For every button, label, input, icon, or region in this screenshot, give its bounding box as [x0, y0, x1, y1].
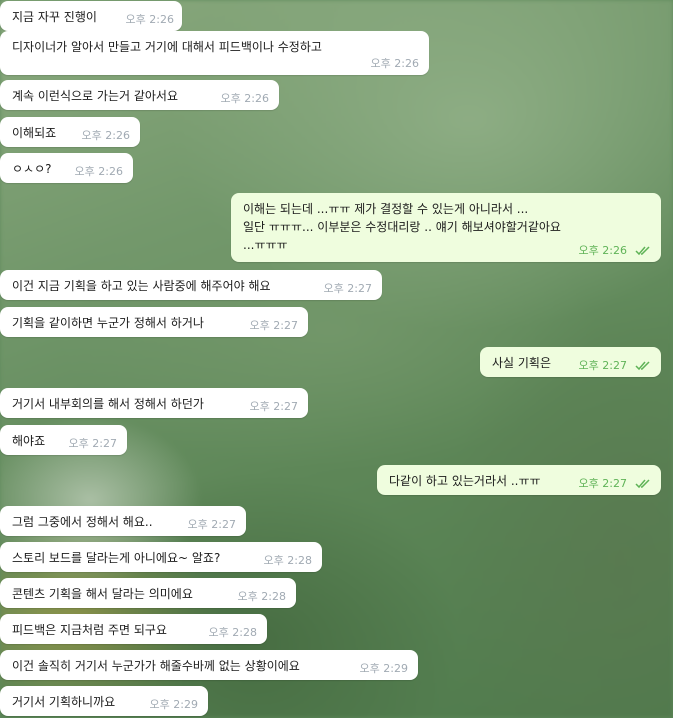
- message-incoming[interactable]: 피드백은 지금처럼 주면 되구요 오후 2:28: [0, 614, 267, 644]
- message-incoming[interactable]: 이건 지금 기획을 하고 있는 사람중에 해주어야 해요 오후 2:27: [0, 270, 382, 300]
- message-incoming[interactable]: 거기서 내부회의를 해서 정해서 하던가 오후 2:27: [0, 388, 308, 418]
- message-time: 오후 2:27: [578, 477, 627, 490]
- message-text: 해야죠: [12, 434, 46, 448]
- message-text: 계속 이런식으로 가는거 같아서요: [12, 89, 179, 103]
- message-time: 오후 2:27: [249, 319, 298, 332]
- message-time: 오후 2:27: [578, 359, 627, 372]
- message-text-line: ...ㅠㅠㅠ: [243, 238, 288, 252]
- message-time: 오후 2:26: [74, 165, 123, 178]
- double-check-icon: [635, 246, 650, 256]
- message-text: 거기서 기획하니까요: [12, 695, 116, 709]
- message-outgoing[interactable]: 사실 기획은 오후 2:27: [480, 347, 661, 377]
- message-incoming[interactable]: 콘텐츠 기획을 해서 달라는 의미에요 오후 2:28: [0, 578, 296, 608]
- message-time: 오후 2:26: [220, 92, 269, 105]
- message-incoming[interactable]: 기획을 같이하면 누군가 정해서 하거나 오후 2:27: [0, 307, 308, 337]
- message-time: 오후 2:26: [578, 244, 627, 257]
- message-time: 오후 2:26: [81, 129, 130, 142]
- message-outgoing[interactable]: 이해는 되는데 ...ㅠㅠ 제가 결정할 수 있는게 아니라서 ... 일단 ㅠ…: [231, 193, 661, 262]
- message-text: 그럼 그중에서 정해서 해요..: [12, 515, 153, 529]
- message-incoming[interactable]: 디자이너가 알아서 만들고 거기에 대해서 피드백이나 수정하고 오후 2:26: [0, 31, 429, 75]
- message-time: 오후 2:28: [237, 590, 286, 603]
- message-time: 오후 2:26: [125, 13, 174, 26]
- double-check-icon: [635, 361, 650, 371]
- message-time: 오후 2:29: [359, 662, 408, 675]
- message-text: 콘텐츠 기획을 해서 달라는 의미에요: [12, 587, 193, 601]
- message-time: 오후 2:26: [370, 57, 419, 70]
- message-text: 이건 지금 기획을 하고 있는 사람중에 해주어야 해요: [12, 279, 271, 293]
- message-outgoing[interactable]: 다같이 하고 있는거라서 ..ㅠㅠ 오후 2:27: [377, 465, 661, 495]
- message-text: 지금 자꾸 진행이: [12, 10, 97, 24]
- message-text: 피드백은 지금처럼 주면 되구요: [12, 623, 167, 637]
- message-incoming[interactable]: 스토리 보드를 달라는게 아니에요~ 알죠? 오후 2:28: [0, 542, 322, 572]
- message-incoming[interactable]: 해야죠 오후 2:27: [0, 425, 127, 455]
- message-text-line: 일단 ㅠㅠㅠ... 이부분은 수정대리랑 .. 얘기 해보셔야할거같아요: [243, 220, 561, 234]
- double-check-icon: [635, 479, 650, 489]
- message-time: 오후 2:29: [149, 698, 198, 711]
- message-incoming[interactable]: 거기서 기획하니까요 오후 2:29: [0, 686, 208, 716]
- message-incoming[interactable]: 그럼 그중에서 정해서 해요.. 오후 2:27: [0, 506, 246, 536]
- message-time: 오후 2:27: [323, 282, 372, 295]
- message-text: ㅇㅅㅇ?: [12, 162, 52, 176]
- message-text: 스토리 보드를 달라는게 아니에요~ 알죠?: [12, 551, 221, 565]
- message-time: 오후 2:27: [249, 400, 298, 413]
- message-text: 디자이너가 알아서 만들고 거기에 대해서 피드백이나 수정하고: [12, 40, 322, 54]
- message-text: 거기서 내부회의를 해서 정해서 하던가: [12, 397, 204, 411]
- message-text: 이해되죠: [12, 126, 57, 140]
- message-text: 사실 기획은: [492, 356, 552, 370]
- message-time: 오후 2:28: [263, 554, 312, 567]
- message-text: 다같이 하고 있는거라서 ..ㅠㅠ: [389, 474, 541, 488]
- message-time: 오후 2:27: [68, 437, 117, 450]
- message-time: 오후 2:28: [208, 626, 257, 639]
- message-text: 기획을 같이하면 누군가 정해서 하거나: [12, 316, 204, 330]
- message-text-line: 이해는 되는데 ...ㅠㅠ 제가 결정할 수 있는게 아니라서 ...: [243, 202, 529, 216]
- message-incoming[interactable]: 이건 솔직히 거기서 누군가가 해줄수바께 없는 상황이에요 오후 2:29: [0, 650, 418, 680]
- message-incoming[interactable]: 이해되죠 오후 2:26: [0, 117, 140, 147]
- message-incoming[interactable]: 계속 이런식으로 가는거 같아서요 오후 2:26: [0, 80, 279, 110]
- message-incoming[interactable]: 지금 자꾸 진행이 오후 2:26: [0, 1, 182, 31]
- message-text: 이건 솔직히 거기서 누군가가 해줄수바께 없는 상황이에요: [12, 659, 300, 673]
- message-incoming[interactable]: ㅇㅅㅇ? 오후 2:26: [0, 153, 133, 183]
- message-time: 오후 2:27: [187, 518, 236, 531]
